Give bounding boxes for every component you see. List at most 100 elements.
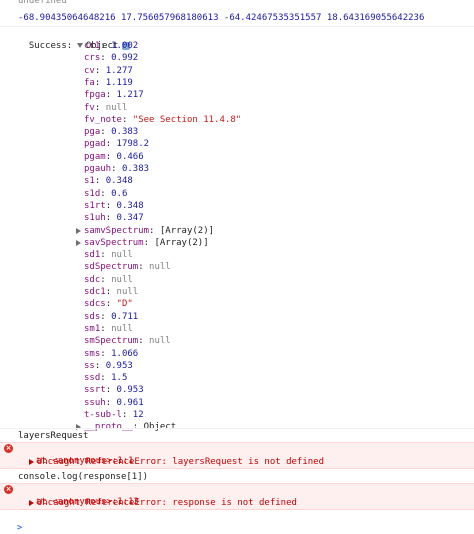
object-property: sms: 1.066 xyxy=(84,349,139,359)
object-property: ss: 0.953 xyxy=(84,361,133,371)
property-key: pga xyxy=(84,127,101,137)
property-key: sms xyxy=(84,349,101,359)
property-value: 0.466 xyxy=(116,152,144,162)
property-key: pgad xyxy=(84,139,106,149)
property-key: sdc xyxy=(84,275,101,285)
property-value: 1.277 xyxy=(105,66,133,76)
object-property: s1uh: 0.347 xyxy=(84,213,144,223)
property-value: 0.347 xyxy=(116,213,144,223)
divider xyxy=(0,26,474,27)
object-property: sm1: null xyxy=(84,324,133,334)
property-value: 0.383 xyxy=(111,127,139,137)
property-key: s1 xyxy=(84,176,95,186)
expand-caret-icon[interactable] xyxy=(76,43,83,48)
property-value: null xyxy=(111,275,133,285)
object-property: ssrt: 0.953 xyxy=(84,385,144,395)
property-value: "See Section 11.4.8" xyxy=(132,115,242,125)
property-key: t-sub-l xyxy=(84,410,122,420)
property-value: 0.348 xyxy=(105,176,133,186)
property-key: s1uh xyxy=(84,213,106,223)
object-property: sdcs: "D" xyxy=(84,299,133,309)
error-icon: × xyxy=(4,444,13,453)
property-value: 1798.2 xyxy=(116,139,150,149)
expand-caret-icon[interactable] xyxy=(76,239,81,246)
object-property: pgauh: 0.383 xyxy=(84,164,150,174)
property-key: s1rt xyxy=(84,201,106,211)
object-property: s1: 0.348 xyxy=(84,176,133,186)
object-property: fpga: 1.217 xyxy=(84,90,144,100)
object-property: pgad: 1798.2 xyxy=(84,139,150,149)
property-key: sd1 xyxy=(84,250,101,260)
object-property: ssuh: 0.961 xyxy=(84,398,144,408)
console-command[interactable]: layersRequest xyxy=(18,430,474,442)
property-key: sm1 xyxy=(84,324,101,334)
property-key: sdSpectrum xyxy=(84,262,139,272)
console-command[interactable]: console.log(response[1]) xyxy=(18,471,474,483)
object-property[interactable]: savSpectrum: [Array(2)] xyxy=(76,237,474,249)
object-property: smSpectrum: null xyxy=(84,336,171,346)
object-property[interactable]: samvSpectrum: [Array(2)] xyxy=(76,225,474,237)
property-value: 0.711 xyxy=(111,312,139,322)
property-key: sdcs xyxy=(84,299,106,309)
property-value: null xyxy=(149,262,171,272)
property-key: fv_note xyxy=(84,115,122,125)
object-property: fv_note: "See Section 11.4.8" xyxy=(84,115,242,125)
object-property: fa: 1.119 xyxy=(84,78,133,88)
property-value: 0.383 xyxy=(121,164,150,174)
property-key: cr1 xyxy=(84,41,101,51)
object-property: pga: 0.383 xyxy=(84,127,139,137)
error-icon: × xyxy=(4,485,13,494)
object-property: cv: 1.277 xyxy=(84,66,133,76)
prompt-icon: > xyxy=(16,523,23,533)
expand-caret-icon[interactable] xyxy=(28,499,34,506)
object-property: ssd: 1.5 xyxy=(84,373,128,383)
property-value: 0.953 xyxy=(105,361,133,371)
object-property: t-sub-l: 12 xyxy=(84,410,144,420)
property-value: 0.348 xyxy=(116,201,144,211)
property-value: 0.6 xyxy=(111,189,128,199)
property-key: savSpectrum xyxy=(84,238,144,248)
property-value: null xyxy=(105,103,128,113)
property-value: 0.961 xyxy=(116,398,144,408)
error-stack-link[interactable]: at <anonymous>:1:13 xyxy=(36,496,474,508)
object-property: fv: null xyxy=(84,103,128,113)
property-key: ssuh xyxy=(84,398,106,408)
expand-caret-icon[interactable] xyxy=(76,227,81,234)
property-key: ssd xyxy=(84,373,101,383)
property-value: null xyxy=(149,336,171,346)
property-value: 1.217 xyxy=(116,90,144,100)
property-key: sdc1 xyxy=(84,287,106,297)
object-property: sd1: null xyxy=(84,250,133,260)
property-value: 0.992 xyxy=(111,53,139,63)
object-property: sdc: null xyxy=(84,275,133,285)
object-property: s1rt: 0.348 xyxy=(84,201,144,211)
console-output-undefined: undefined xyxy=(18,0,67,6)
property-value: [Array(2)] xyxy=(159,226,215,236)
error-stack-link[interactable]: at <anonymous>:1:1 xyxy=(36,455,474,467)
property-value: 12 xyxy=(132,410,144,420)
property-key: fv xyxy=(84,103,95,113)
property-key: s1d xyxy=(84,189,101,199)
object-property: cr1: 1.002 xyxy=(84,41,139,51)
property-value: [Array(2)] xyxy=(154,238,209,248)
object-property: sdSpectrum: null xyxy=(84,262,171,272)
property-key: cv xyxy=(84,66,95,76)
property-key: samvSpectrum xyxy=(84,226,150,236)
property-key: crs xyxy=(84,53,101,63)
property-key: fpga xyxy=(84,90,106,100)
console-prompt[interactable]: > xyxy=(6,510,474,534)
divider xyxy=(0,428,474,429)
property-key: fa xyxy=(84,78,95,88)
property-value: 1.5 xyxy=(111,373,128,383)
property-value: null xyxy=(111,250,133,260)
property-key: pgam xyxy=(84,152,106,162)
object-property: crs: 0.992 xyxy=(84,53,139,63)
property-value: 1.119 xyxy=(105,78,133,88)
object-property: s1d: 0.6 xyxy=(84,189,128,199)
object-property: pgam: 0.466 xyxy=(84,152,144,162)
property-value: null xyxy=(116,287,139,297)
property-key: ss xyxy=(84,361,95,371)
property-key: sds xyxy=(84,312,101,322)
expand-caret-icon[interactable] xyxy=(28,458,34,465)
property-key: ssrt xyxy=(84,385,106,395)
